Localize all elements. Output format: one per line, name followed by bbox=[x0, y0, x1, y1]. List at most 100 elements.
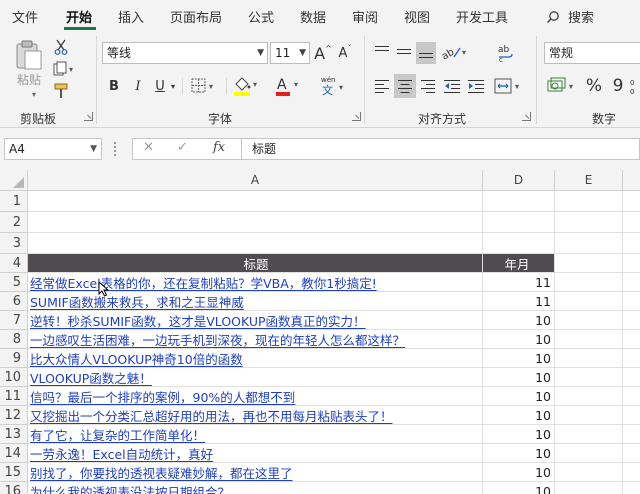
cell-empty[interactable] bbox=[623, 349, 640, 368]
cell-empty[interactable] bbox=[555, 254, 623, 273]
cell-empty[interactable] bbox=[623, 482, 640, 494]
row-header[interactable]: 15 bbox=[0, 463, 28, 482]
cut-button[interactable] bbox=[52, 38, 70, 56]
cell-empty[interactable] bbox=[555, 368, 623, 387]
cell-title[interactable]: 比大众情人VLOOKUP神奇10倍的函数 bbox=[28, 349, 483, 368]
column-header-e[interactable]: E bbox=[555, 170, 623, 191]
cell-month[interactable]: 10 bbox=[483, 349, 555, 368]
cell-month[interactable]: 10 bbox=[483, 463, 555, 482]
grow-font-button[interactable]: A ^ bbox=[314, 42, 332, 64]
cell-month[interactable]: 10 bbox=[483, 425, 555, 444]
cell-month[interactable]: 10 bbox=[483, 387, 555, 406]
enter-icon[interactable]: ✓ bbox=[177, 140, 188, 155]
cell-title[interactable]: 别找了，你要找的透视表疑难妙解，都在这里了 bbox=[28, 463, 483, 482]
tab-review[interactable]: 审阅 bbox=[352, 7, 378, 26]
font-launcher-icon[interactable] bbox=[352, 112, 361, 121]
cell-empty[interactable] bbox=[623, 292, 640, 311]
orientation-button[interactable]: ab ▾ bbox=[440, 42, 470, 62]
cell-empty[interactable] bbox=[623, 368, 640, 387]
select-all-button[interactable] bbox=[0, 170, 28, 191]
increase-indent-button[interactable] bbox=[466, 76, 486, 96]
cell-empty[interactable] bbox=[555, 292, 623, 311]
cell-empty[interactable] bbox=[623, 425, 640, 444]
alignment-launcher-icon[interactable] bbox=[522, 112, 531, 121]
cell-empty[interactable] bbox=[555, 311, 623, 330]
cell-month[interactable]: 10 bbox=[483, 311, 555, 330]
increase-decimal-button[interactable]: 00 bbox=[630, 76, 640, 96]
cell-month[interactable]: 11 bbox=[483, 273, 555, 292]
cell-month[interactable]: 11 bbox=[483, 292, 555, 311]
shrink-font-button[interactable]: Aˇ bbox=[336, 42, 354, 64]
row-header[interactable]: 14 bbox=[0, 444, 28, 463]
row-header[interactable]: 11 bbox=[0, 387, 28, 406]
column-header-a[interactable]: A bbox=[28, 170, 483, 191]
insert-function-button[interactable]: fx bbox=[213, 140, 225, 155]
cell-empty[interactable] bbox=[555, 482, 623, 494]
merge-center-button[interactable]: ▾ bbox=[494, 74, 524, 98]
cell-title[interactable]: 一边感叹生活困难，一边玩手机到深夜，现在的年轻人怎么都这样？ bbox=[28, 330, 483, 349]
align-bottom-button[interactable] bbox=[416, 42, 436, 64]
row-header[interactable]: 3 bbox=[0, 233, 28, 254]
font-color-button[interactable]: A ▾ bbox=[274, 74, 304, 98]
clipboard-launcher-icon[interactable] bbox=[84, 112, 93, 121]
cell-month[interactable]: 10 bbox=[483, 444, 555, 463]
cell-title[interactable] bbox=[28, 191, 483, 212]
cell-empty[interactable] bbox=[555, 233, 623, 254]
cell-month[interactable]: 10 bbox=[483, 406, 555, 425]
phonetic-button[interactable]: wén 文 ▾ bbox=[318, 74, 348, 98]
cell-empty[interactable] bbox=[623, 191, 640, 212]
cell-month[interactable] bbox=[483, 191, 555, 212]
wrap-text-button[interactable]: ab c bbox=[494, 42, 516, 64]
cell-empty[interactable] bbox=[555, 406, 623, 425]
cell-empty[interactable] bbox=[555, 191, 623, 212]
cell-empty[interactable] bbox=[623, 233, 640, 254]
copy-button[interactable]: ▾ bbox=[52, 60, 78, 78]
row-header[interactable]: 7 bbox=[0, 311, 28, 330]
cell-empty[interactable] bbox=[555, 444, 623, 463]
tab-file[interactable]: 文件 bbox=[12, 7, 38, 26]
accounting-format-button[interactable]: ▾ bbox=[546, 74, 580, 98]
cell-empty[interactable] bbox=[623, 387, 640, 406]
tab-formulas[interactable]: 公式 bbox=[248, 7, 274, 26]
cell-empty[interactable] bbox=[623, 330, 640, 349]
cell-title[interactable]: 信吗？最后一个排序的案例，90%的人都想不到 bbox=[28, 387, 483, 406]
cell-empty[interactable] bbox=[555, 212, 623, 233]
cell-title[interactable]: SUMIF函数搬来救兵，求和之王显神威 bbox=[28, 292, 483, 311]
row-header[interactable]: 10 bbox=[0, 368, 28, 387]
cell-title[interactable]: 逆转！秒杀SUMIF函数，这才是VLOOKUP函数真正的实力！ bbox=[28, 311, 483, 330]
underline-button[interactable]: U bbox=[152, 76, 168, 96]
formula-input[interactable]: 标题 bbox=[242, 138, 640, 160]
cell-month[interactable] bbox=[483, 212, 555, 233]
cell-empty[interactable] bbox=[623, 212, 640, 233]
tab-data[interactable]: 数据 bbox=[300, 7, 326, 26]
row-header[interactable]: 1 bbox=[0, 191, 28, 212]
decrease-indent-button[interactable] bbox=[442, 76, 462, 96]
cell-title[interactable]: 经常做Excel表格的你，还在复制粘贴？学VBA，教你1秒搞定! bbox=[28, 273, 483, 292]
cell-title[interactable] bbox=[28, 212, 483, 233]
number-format-select[interactable]: 常规 bbox=[544, 42, 640, 64]
cell-empty[interactable] bbox=[623, 463, 640, 482]
percent-style-button[interactable]: % bbox=[584, 74, 604, 98]
cell-empty[interactable] bbox=[623, 444, 640, 463]
cell-empty[interactable] bbox=[555, 425, 623, 444]
cell-empty[interactable] bbox=[555, 330, 623, 349]
cell-empty[interactable] bbox=[623, 254, 640, 273]
cell-title[interactable] bbox=[28, 233, 483, 254]
cell-title[interactable]: VLOOKUP函数之魅！ bbox=[28, 368, 483, 387]
cell-title[interactable]: 一劳永逸！Excel自动统计，真好 bbox=[28, 444, 483, 463]
cell-empty[interactable] bbox=[623, 311, 640, 330]
header-cell-month[interactable]: 年月 bbox=[483, 254, 555, 273]
row-header[interactable]: 13 bbox=[0, 425, 28, 444]
italic-button[interactable]: I bbox=[130, 76, 146, 96]
cell-month[interactable] bbox=[483, 233, 555, 254]
cell-empty[interactable] bbox=[555, 463, 623, 482]
cell-empty[interactable] bbox=[555, 387, 623, 406]
row-header[interactable]: 6 bbox=[0, 292, 28, 311]
tab-home[interactable]: 开始 bbox=[66, 7, 92, 26]
cell-title[interactable]: 有了它，让复杂的工作简单化！ bbox=[28, 425, 483, 444]
column-header-d[interactable]: D bbox=[483, 170, 555, 191]
cell-empty[interactable] bbox=[623, 406, 640, 425]
cell-month[interactable]: 10 bbox=[483, 482, 555, 494]
align-middle-button[interactable] bbox=[394, 42, 414, 62]
paste-button[interactable] bbox=[12, 38, 46, 72]
